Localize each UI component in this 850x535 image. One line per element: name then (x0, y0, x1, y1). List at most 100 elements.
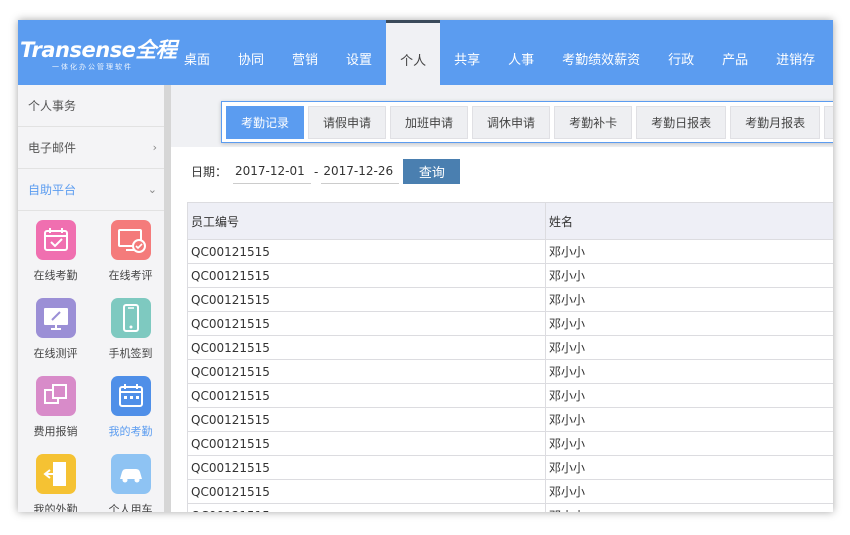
monitor-check-icon (110, 220, 151, 260)
tile-label: 手机签到 (108, 347, 153, 360)
attendance-table: 员工编号 姓名 QC00121515 邓小小 QC00121515 邓小小 QC0012… (187, 202, 833, 512)
table-row[interactable]: QC00121515邓小小 (187, 335, 833, 360)
tile-label: 在线测评 (33, 347, 78, 360)
nav-item-4[interactable]: 个人 (386, 20, 441, 85)
name-cell: 邓小小 (545, 407, 833, 432)
name-cell: 邓小小 (545, 503, 833, 512)
tile-0[interactable]: 在线考勤 (18, 215, 93, 293)
name-cell: 邓小小 (545, 431, 833, 456)
nav-item-6[interactable]: 人事 (494, 20, 548, 85)
records-panel: 日期： - 查询 员工编号 姓名 QC00121515邓小小QC00121515… (171, 147, 833, 512)
subtab-3[interactable]: 调休申请 (472, 106, 551, 139)
table-row[interactable]: QC00121515邓小小 (187, 479, 833, 504)
tile-5[interactable]: 我的考勤 (93, 371, 167, 449)
tile-label: 在线考勤 (33, 269, 78, 282)
employee-id-cell: QC00121515 (187, 311, 546, 336)
self-service-grid: 在线考勤 在线考评在线测评 手机签到费用报销 我的考勤我的外勤 个人用车 (18, 211, 167, 512)
calendar-icon (110, 376, 151, 416)
nav-item-9[interactable]: 产品 (708, 20, 762, 85)
chevron-down-icon: ⌄ (147, 183, 157, 196)
table-row[interactable]: QC00121515邓小小 (187, 503, 833, 512)
calendar-check-icon (35, 220, 76, 260)
nav-item-1[interactable]: 协同 (224, 20, 278, 85)
nav-item-5[interactable]: 共享 (440, 20, 494, 85)
sidebar-row-label: 个人事务 (28, 99, 77, 113)
name-cell: 邓小小 (545, 479, 833, 504)
table-row[interactable]: QC00121515邓小小 (187, 383, 833, 408)
top-header: Transense全程 一体化办公管理软件 桌面 协同 营销 设置 个人 共享 人事 考勤绩效… (18, 20, 833, 85)
logo-tagline: 一体化办公管理软件 (52, 63, 133, 71)
employee-id-cell: QC00121515 (187, 335, 546, 360)
table-row[interactable]: QC00121515邓小小 (187, 287, 833, 312)
end-date-input[interactable] (321, 159, 400, 184)
name-cell: 邓小小 (545, 263, 833, 288)
nav-item-2[interactable]: 营销 (278, 20, 332, 85)
sidebar-scrollbar[interactable] (164, 85, 171, 512)
name-cell: 邓小小 (545, 359, 833, 384)
exit-door-icon (35, 454, 76, 494)
tile-label: 在线考评 (108, 269, 153, 282)
column-header-employee-id[interactable]: 员工编号 (187, 202, 546, 240)
chevron-right-icon: › (152, 141, 157, 154)
logo-text: Transense全程 (20, 38, 177, 62)
tile-3[interactable]: 手机签到 (93, 293, 167, 371)
name-cell: 邓小小 (545, 287, 833, 312)
employee-id-cell: QC00121515 (187, 239, 546, 264)
subtab-2[interactable]: 加班申请 (390, 106, 469, 139)
tile-label: 个人用车 (108, 503, 153, 512)
tile-4[interactable]: 费用报销 (18, 371, 93, 449)
table-row[interactable]: QC00121515邓小小 (187, 311, 833, 336)
monitor-pen-icon (35, 298, 76, 338)
name-cell: 邓小小 (545, 383, 833, 408)
employee-id-cell: QC00121515 (187, 359, 546, 384)
subtab-4[interactable]: 考勤补卡 (554, 106, 633, 139)
attendance-subtabs: 考勤记录请假申请加班申请调休申请考勤补卡考勤日报表考勤月报表考勤年报表年假查询 (221, 101, 833, 143)
employee-id-cell: QC00121515 (187, 431, 546, 456)
employee-id-cell: QC00121515 (187, 263, 546, 288)
tile-1[interactable]: 在线考评 (93, 215, 167, 293)
tile-6[interactable]: 我的外勤 (18, 449, 93, 512)
table-row[interactable]: QC00121515邓小小 (187, 239, 833, 264)
table-row[interactable]: QC00121515邓小小 (187, 263, 833, 288)
tile-2[interactable]: 在线测评 (18, 293, 93, 371)
start-date-input[interactable] (233, 159, 312, 184)
nav-item-3[interactable]: 设置 (332, 20, 386, 85)
phone-icon (110, 298, 151, 338)
tile-label: 我的考勤 (108, 425, 153, 438)
table-row[interactable]: QC00121515邓小小 (187, 359, 833, 384)
tile-label: 费用报销 (33, 425, 78, 438)
table-row[interactable]: QC00121515邓小小 (187, 431, 833, 456)
car-icon (110, 454, 151, 494)
date-label: 日期： (191, 165, 228, 179)
query-button[interactable]: 查询 (403, 159, 461, 184)
subtab-6[interactable]: 考勤月报表 (730, 106, 821, 139)
nav-item-10[interactable]: 进销存 (762, 20, 829, 85)
employee-id-cell: QC00121515 (187, 407, 546, 432)
main-content: 考勤记录请假申请加班申请调休申请考勤补卡考勤日报表考勤月报表考勤年报表年假查询 … (171, 85, 833, 512)
subtab-1[interactable]: 请假申请 (308, 106, 387, 139)
table-row[interactable]: QC00121515邓小小 (187, 455, 833, 480)
nav-item-7[interactable]: 考勤绩效薪资 (548, 20, 654, 85)
employee-id-cell: QC00121515 (187, 503, 546, 512)
date-range-dash: - (314, 164, 319, 179)
subtab-5[interactable]: 考勤日报表 (636, 106, 727, 139)
sidebar-row-1[interactable]: 电子邮件 › (18, 127, 167, 169)
sidebar-row-label: 自助平台 (28, 183, 77, 197)
sidebar-row-2[interactable]: 自助平台 ⌄ (18, 169, 167, 211)
tile-7[interactable]: 个人用车 (93, 449, 167, 512)
sidebar-row-label: 电子邮件 (28, 141, 77, 155)
name-cell: 邓小小 (545, 311, 833, 336)
nav-item-0[interactable]: 桌面 (170, 20, 224, 85)
windows-icon (35, 376, 76, 416)
sidebar-row-0[interactable]: 个人事务 (18, 85, 167, 127)
subtab-7[interactable]: 考勤年报表 (824, 106, 833, 139)
column-header-name[interactable]: 姓名 (545, 202, 833, 240)
main-nav: 桌面 协同 营销 设置 个人 共享 人事 考勤绩效薪资 行政 产品 进销存 (170, 20, 829, 85)
subtab-0[interactable]: 考勤记录 (226, 106, 305, 139)
employee-id-cell: QC00121515 (187, 383, 546, 408)
name-cell: 邓小小 (545, 335, 833, 360)
nav-item-8[interactable]: 行政 (654, 20, 708, 85)
app-window: Transense全程 一体化办公管理软件 桌面 协同 营销 设置 个人 共享 人事 考勤绩效… (18, 20, 833, 512)
employee-id-cell: QC00121515 (187, 287, 546, 312)
table-row[interactable]: QC00121515邓小小 (187, 407, 833, 432)
